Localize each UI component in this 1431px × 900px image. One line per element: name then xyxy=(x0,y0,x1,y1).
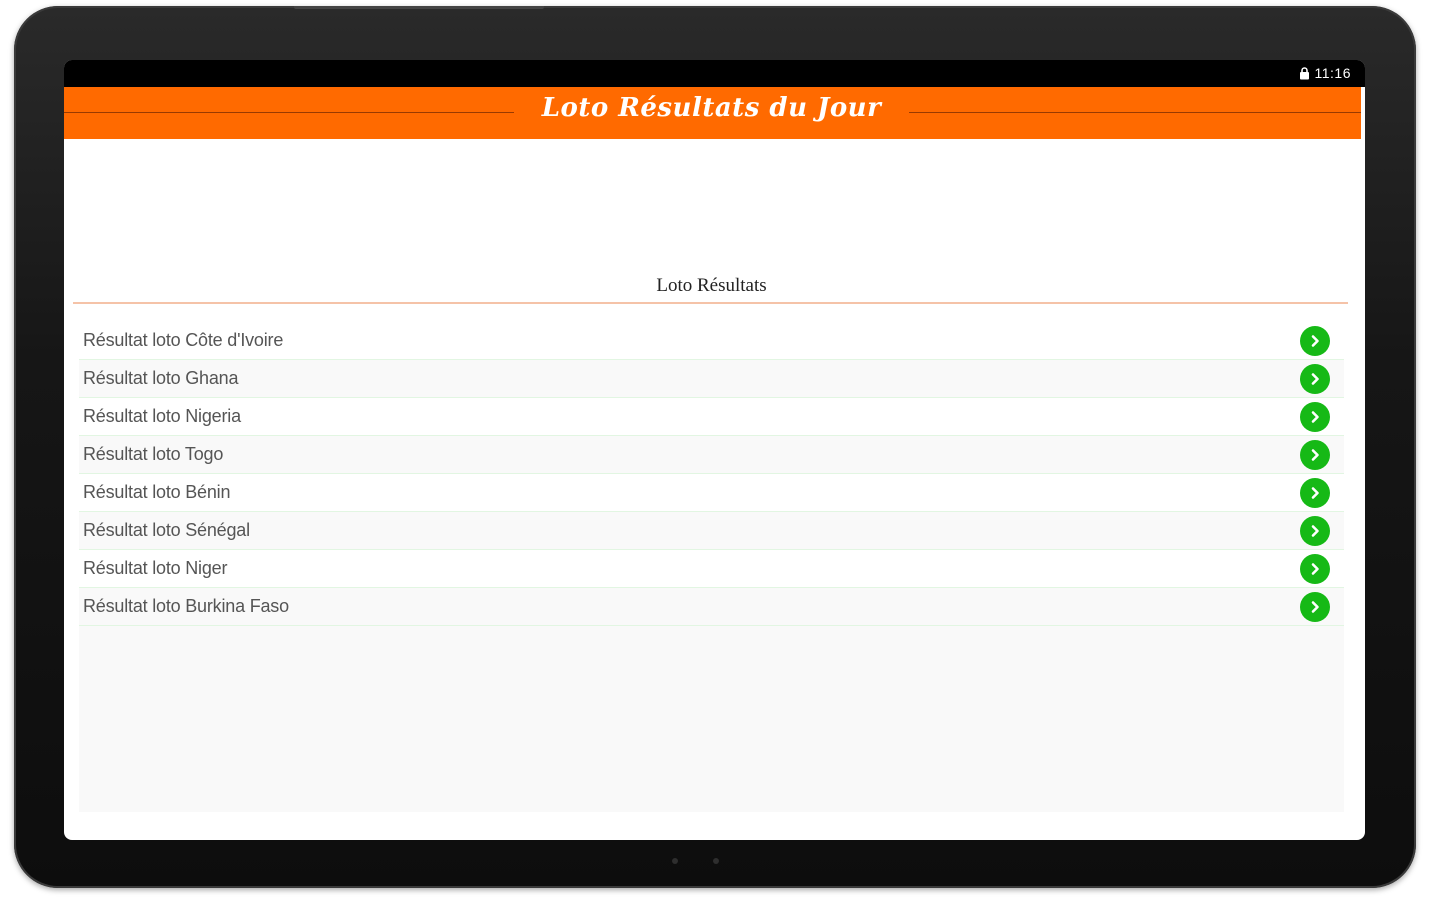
list-item-cote-divoire[interactable]: Résultat loto Côte d'Ivoire xyxy=(79,322,1344,360)
nav-back-dot[interactable] xyxy=(672,858,678,864)
status-indicators: 11:16 xyxy=(1299,65,1352,81)
chevron-right-icon[interactable] xyxy=(1300,478,1330,508)
list-item-label: Résultat loto Ghana xyxy=(83,368,239,388)
chevron-right-icon[interactable] xyxy=(1300,440,1330,470)
chevron-right-icon[interactable] xyxy=(1300,516,1330,546)
list-item-label: Résultat loto Bénin xyxy=(83,482,231,502)
app-title: Loto Résultats du Jour xyxy=(541,93,882,123)
nav-home-dot[interactable] xyxy=(713,858,719,864)
list-item-niger[interactable]: Résultat loto Niger xyxy=(79,550,1344,588)
header-decor-line-right xyxy=(909,112,1361,113)
chevron-right-icon[interactable] xyxy=(1300,326,1330,356)
tablet-top-edge xyxy=(294,6,544,9)
device-screen: 11:16 Loto Résultats du Jour Loto Résult… xyxy=(64,60,1365,840)
list-item-label: Résultat loto Togo xyxy=(83,444,224,464)
list-item-senegal[interactable]: Résultat loto Sénégal xyxy=(79,512,1344,550)
list-item-togo[interactable]: Résultat loto Togo xyxy=(79,436,1344,474)
list-item-label: Résultat loto Niger xyxy=(83,558,228,578)
section-divider xyxy=(73,302,1348,304)
list-item-label: Résultat loto Côte d'Ivoire xyxy=(83,330,284,350)
navigation-bar xyxy=(64,842,1365,880)
list-item-nigeria[interactable]: Résultat loto Nigeria xyxy=(79,398,1344,436)
status-bar: 11:16 xyxy=(64,60,1365,87)
results-list: Résultat loto Côte d'Ivoire Résultat lot… xyxy=(79,322,1344,812)
status-time: 11:16 xyxy=(1314,65,1351,81)
header-decor-line-left xyxy=(64,112,514,113)
app-header: Loto Résultats du Jour xyxy=(64,87,1361,139)
list-item-burkina-faso[interactable]: Résultat loto Burkina Faso xyxy=(79,588,1344,626)
chevron-right-icon[interactable] xyxy=(1300,364,1330,394)
chevron-right-icon[interactable] xyxy=(1300,592,1330,622)
list-item-label: Résultat loto Burkina Faso xyxy=(83,596,289,616)
list-item-benin[interactable]: Résultat loto Bénin xyxy=(79,474,1344,512)
lock-icon xyxy=(1299,66,1310,80)
section-title: Loto Résultats xyxy=(656,275,767,296)
chevron-right-icon[interactable] xyxy=(1300,402,1330,432)
list-item-ghana[interactable]: Résultat loto Ghana xyxy=(79,360,1344,398)
chevron-right-icon[interactable] xyxy=(1300,554,1330,584)
list-item-label: Résultat loto Sénégal xyxy=(83,520,250,540)
list-item-label: Résultat loto Nigeria xyxy=(83,406,241,426)
